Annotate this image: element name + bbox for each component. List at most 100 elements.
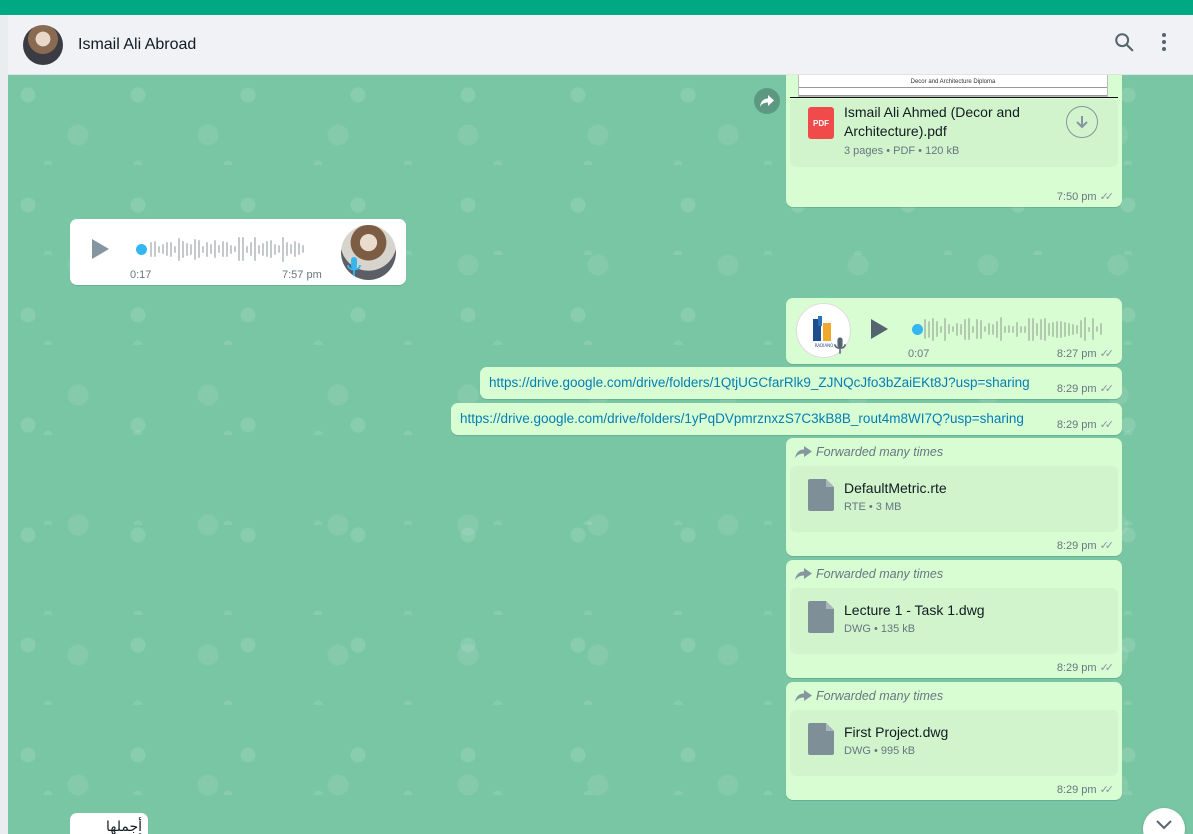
chat-list-edge bbox=[0, 15, 8, 834]
waveform-bar bbox=[190, 243, 192, 255]
waveform-bar bbox=[1068, 322, 1070, 336]
voice-progress-dot[interactable] bbox=[136, 244, 147, 255]
waveform-bar bbox=[198, 240, 200, 258]
waveform-bar bbox=[298, 243, 300, 255]
search-icon[interactable] bbox=[1113, 31, 1135, 58]
pdf-icon: PDF bbox=[808, 107, 834, 139]
waveform-bar bbox=[964, 318, 966, 340]
waveform-bar bbox=[294, 241, 296, 257]
waveform-bar bbox=[984, 326, 986, 332]
contact-avatar[interactable] bbox=[23, 24, 63, 65]
waveform-bar bbox=[924, 319, 926, 339]
waveform-bar bbox=[1088, 326, 1090, 332]
message-document[interactable]: Forwarded many times Lecture 1 - Task 1.… bbox=[786, 560, 1122, 678]
microphone-icon bbox=[834, 336, 846, 361]
waveform-bar bbox=[278, 245, 280, 253]
forwarded-label: Forwarded many times bbox=[795, 445, 943, 459]
waveform-bar bbox=[960, 323, 962, 335]
waveform-bar bbox=[1052, 321, 1054, 337]
forwarded-icon bbox=[795, 568, 812, 580]
message-voice-incoming[interactable]: 0:17 7:57 pm bbox=[70, 219, 406, 285]
message-text-incoming[interactable]: أجملها أزاي bbox=[70, 813, 148, 834]
voice-progress-dot[interactable] bbox=[912, 324, 923, 335]
file-name: Lecture 1 - Task 1.dwg bbox=[844, 602, 985, 618]
pdf-file-meta: 3 pages • PDF • 120 kB bbox=[844, 145, 960, 157]
forwarded-icon bbox=[795, 446, 812, 458]
file-card[interactable]: First Project.dwg DWG • 995 kB bbox=[790, 710, 1118, 776]
double-tick-icon: ✓✓ bbox=[1099, 348, 1115, 360]
file-icon bbox=[808, 723, 834, 760]
message-time: 7:57 pm bbox=[282, 269, 322, 281]
waveform-bar bbox=[254, 237, 256, 261]
message-time: 8:29 pm ✓✓ bbox=[1057, 418, 1115, 432]
double-tick-icon: ✓✓ bbox=[1099, 784, 1115, 796]
waveform-bar bbox=[230, 244, 232, 254]
waveform-bar bbox=[1044, 317, 1046, 341]
waveform-bar bbox=[1032, 317, 1034, 341]
waveform-bar bbox=[218, 245, 220, 253]
message-link[interactable]: https://drive.google.com/drive/folders/1… bbox=[451, 403, 1122, 435]
waveform-bar bbox=[976, 319, 978, 339]
file-card[interactable]: Lecture 1 - Task 1.dwg DWG • 135 kB bbox=[790, 588, 1118, 654]
message-voice-outgoing[interactable]: RADIANO 0:07 8:27 pm ✓✓ bbox=[786, 298, 1122, 364]
waveform-bar bbox=[1036, 322, 1038, 336]
waveform-bar bbox=[162, 244, 164, 254]
waveform-bar bbox=[968, 318, 970, 340]
waveform-bar bbox=[158, 245, 160, 253]
waveform-bar bbox=[936, 321, 938, 337]
voice-duration: 0:17 bbox=[130, 269, 152, 281]
pdf-file-card[interactable]: PDF Ismail Ali Ahmed (Decor and Architec… bbox=[790, 99, 1118, 167]
file-meta: DWG • 995 kB bbox=[844, 745, 916, 757]
play-icon[interactable] bbox=[90, 238, 110, 265]
menu-icon[interactable] bbox=[1161, 32, 1167, 57]
waveform-bar bbox=[996, 320, 998, 338]
forward-icon[interactable] bbox=[754, 88, 780, 114]
waveform-bar bbox=[988, 323, 990, 335]
waveform-bar bbox=[980, 319, 982, 339]
waveform-bar bbox=[948, 324, 950, 334]
contact-name[interactable]: Ismail Ali Abroad bbox=[78, 36, 196, 54]
waveform-bar bbox=[952, 326, 954, 332]
waveform-bar bbox=[226, 241, 228, 257]
waveform-bar bbox=[1064, 321, 1066, 337]
waveform-bar bbox=[302, 245, 304, 253]
waveform-bar bbox=[1076, 324, 1078, 334]
svg-text:RADIANO: RADIANO bbox=[814, 343, 833, 348]
waveform-bar bbox=[194, 238, 196, 260]
double-tick-icon: ✓✓ bbox=[1099, 191, 1115, 203]
microphone-icon bbox=[347, 257, 361, 282]
waveform-bar bbox=[170, 241, 172, 257]
drive-link[interactable]: https://drive.google.com/drive/folders/1… bbox=[489, 375, 1030, 390]
message-document[interactable]: Forwarded many times DefaultMetric.rte R… bbox=[786, 438, 1122, 556]
voice-waveform[interactable] bbox=[150, 236, 304, 262]
waveform-bar bbox=[1012, 325, 1014, 333]
waveform-bar bbox=[262, 242, 264, 256]
download-icon[interactable] bbox=[1066, 106, 1098, 138]
forwarded-label: Forwarded many times bbox=[795, 567, 943, 581]
message-document[interactable]: Forwarded many times First Project.dwg D… bbox=[786, 682, 1122, 800]
waveform-bar bbox=[1092, 318, 1094, 340]
waveform-bar bbox=[1000, 317, 1002, 341]
chat-panel[interactable]: Decor and Architecture Diploma PDF Ismai… bbox=[8, 75, 1193, 834]
double-tick-icon: ✓✓ bbox=[1099, 383, 1115, 395]
pdf-preview[interactable]: Decor and Architecture Diploma bbox=[798, 75, 1108, 97]
play-icon[interactable] bbox=[869, 318, 889, 345]
message-pdf-document[interactable]: Decor and Architecture Diploma PDF Ismai… bbox=[786, 75, 1122, 207]
waveform-bar bbox=[270, 240, 272, 258]
waveform-bar bbox=[1072, 323, 1074, 335]
waveform-bar bbox=[992, 323, 994, 335]
waveform-bar bbox=[274, 243, 276, 255]
waveform-bar bbox=[214, 240, 216, 258]
drive-link[interactable]: https://drive.google.com/drive/folders/1… bbox=[460, 411, 1024, 426]
file-card[interactable]: DefaultMetric.rte RTE • 3 MB bbox=[790, 466, 1118, 532]
waveform-bar bbox=[234, 246, 236, 252]
message-link[interactable]: https://drive.google.com/drive/folders/1… bbox=[480, 367, 1122, 399]
chat-header: Ismail Ali Abroad bbox=[8, 15, 1193, 75]
waveform-bar bbox=[1080, 320, 1082, 338]
waveform-bar bbox=[928, 320, 930, 338]
waveform-bar bbox=[1004, 325, 1006, 333]
waveform-bar bbox=[258, 244, 260, 254]
waveform-bar bbox=[222, 241, 224, 257]
voice-waveform[interactable] bbox=[924, 316, 1102, 342]
double-tick-icon: ✓✓ bbox=[1099, 419, 1115, 431]
